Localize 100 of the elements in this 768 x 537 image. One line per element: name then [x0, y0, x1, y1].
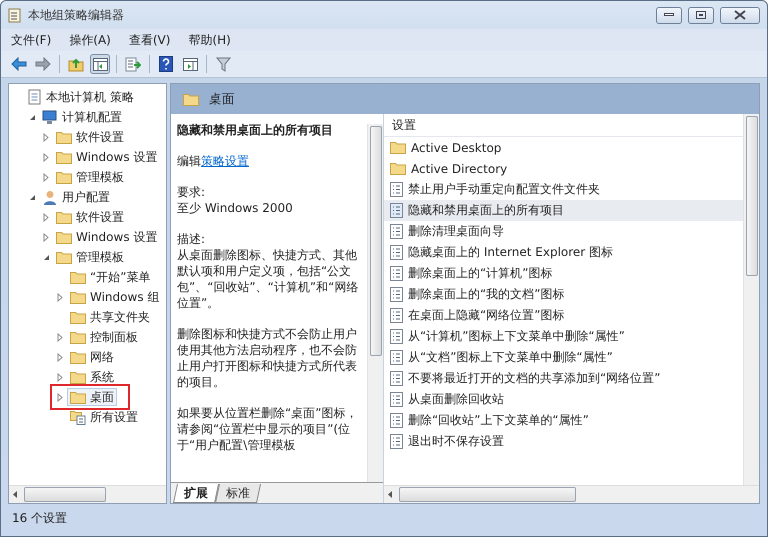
folder-icon [70, 350, 86, 364]
settings-list-icon [70, 410, 86, 424]
tree-item[interactable]: 软件设置 [53, 208, 127, 226]
setting-row[interactable]: 从“文档”图标上下文菜单中删除“属性” [384, 347, 743, 368]
folder-icon [70, 370, 86, 384]
tree-item[interactable]: 本地计算机 策略 [25, 88, 137, 106]
vertical-scrollbar[interactable] [367, 124, 383, 482]
toolbar-button[interactable] [9, 54, 29, 74]
tree-item[interactable]: 控制面板 [67, 328, 141, 346]
close-button[interactable] [720, 6, 760, 24]
tree-item[interactable]: “开始”菜单 [67, 268, 154, 286]
setting-row[interactable]: 不要将最近打开的文档的共享添加到“网络位置” [384, 368, 743, 389]
setting-icon [390, 329, 403, 344]
menu-item[interactable]: 操作(A) [69, 32, 111, 48]
app-icon [8, 8, 22, 22]
setting-row[interactable]: 在桌面上隐藏“网络位置”图标 [384, 305, 743, 326]
setting-title: 隐藏和禁用桌面上的所有项目 [177, 122, 334, 138]
window-title: 本地组策略编辑器 [28, 6, 125, 24]
setting-row[interactable]: 隐藏和禁用桌面上的所有项目 [384, 200, 743, 221]
tree-item[interactable]: 网络 [67, 348, 117, 366]
tree-item[interactable]: 管理模板 [53, 248, 127, 266]
folder-icon [56, 210, 72, 224]
collapsed-arrow-icon[interactable] [57, 352, 63, 362]
tree-item[interactable]: 计算机配置 [39, 108, 125, 126]
minimize-icon [664, 13, 674, 17]
setting-icon [390, 266, 403, 281]
requirement-label: 要求: [177, 184, 206, 200]
view-tab[interactable]: 扩展 [172, 484, 220, 503]
description-label: 描述: [177, 231, 206, 247]
tree-item[interactable]: 用户配置 [39, 188, 113, 206]
scroll-left-icon [13, 491, 18, 498]
setting-row[interactable]: 删除桌面上的“计算机”图标 [384, 263, 743, 284]
column-header[interactable]: 设置 [384, 114, 743, 137]
setting-icon [390, 245, 403, 260]
collapsed-arrow-icon[interactable] [57, 372, 63, 382]
tree-item[interactable]: 所有设置 [67, 408, 141, 426]
tree-pane-icon [92, 58, 108, 70]
tree-item[interactable]: 管理模板 [53, 168, 127, 186]
description-paragraph: 从桌面删除图标、快捷方式、其他默认项和用户定义项，包括“公文包”、“回收站”、“计算机”和“网络位置”。 [177, 247, 360, 311]
menu-item[interactable]: 帮助(H) [188, 32, 231, 48]
folder-icon [390, 162, 406, 175]
forward-arrow-icon [35, 57, 51, 71]
tree-item[interactable]: 系统 [67, 368, 117, 386]
maximize-button[interactable] [688, 6, 714, 24]
back-arrow-icon [11, 57, 27, 71]
horizontal-scrollbar[interactable] [384, 485, 759, 503]
setting-row[interactable]: 删除桌面上的“我的文档”图标 [384, 284, 743, 305]
setting-icon [390, 203, 403, 218]
folder-icon [56, 150, 72, 164]
tree-item[interactable]: Windows 设置 [53, 148, 160, 166]
folder-icon [183, 92, 199, 106]
tree-item[interactable]: 软件设置 [53, 128, 127, 146]
minimize-button[interactable] [656, 6, 682, 24]
expanded-arrow-icon[interactable] [42, 254, 50, 260]
folder-icon [70, 290, 86, 304]
user-icon [42, 190, 58, 204]
vertical-scrollbar[interactable] [743, 114, 759, 485]
folder-icon [56, 230, 72, 244]
tree-item[interactable]: 桌面 [67, 388, 117, 406]
setting-row[interactable]: 从桌面删除回收站 [384, 389, 743, 410]
setting-row[interactable]: 退出时不保存设置 [384, 431, 743, 452]
folder-up-icon [68, 56, 84, 72]
collapsed-arrow-icon[interactable] [43, 152, 49, 162]
folder-icon [56, 250, 72, 264]
folder-icon [70, 270, 86, 284]
setting-icon [390, 434, 403, 449]
setting-row[interactable]: 删除“回收站”上下文菜单的“属性” [384, 410, 743, 431]
setting-row[interactable]: 删除清理桌面向导 [384, 221, 743, 242]
collapsed-arrow-icon[interactable] [43, 212, 49, 222]
expanded-arrow-icon[interactable] [28, 194, 36, 200]
menu-item[interactable]: 文件(F) [11, 32, 52, 48]
collapsed-arrow-icon[interactable] [43, 172, 49, 182]
horizontal-scrollbar[interactable] [9, 485, 166, 503]
collapsed-arrow-icon[interactable] [43, 132, 49, 142]
setting-row[interactable]: Active Directory [384, 158, 743, 179]
tree-item[interactable]: Windows 设置 [53, 228, 160, 246]
setting-row[interactable]: 从“计算机”图标上下文菜单中删除“属性” [384, 326, 743, 347]
tree-item[interactable]: Windows 组 [67, 288, 162, 306]
toolbar-button[interactable] [90, 54, 110, 74]
status-text: 16 个设置 [12, 510, 68, 526]
filter-icon [216, 56, 230, 72]
tree-item[interactable]: 共享文件夹 [67, 308, 153, 326]
setting-row[interactable]: 隐藏桌面上的 Internet Explorer 图标 [384, 242, 743, 263]
collapsed-arrow-icon[interactable] [57, 332, 63, 342]
help-icon [159, 56, 173, 72]
expanded-arrow-icon[interactable] [28, 114, 36, 120]
toolbar-button[interactable] [156, 54, 176, 74]
setting-icon [390, 392, 403, 407]
collapsed-arrow-icon[interactable] [57, 292, 63, 302]
setting-row[interactable]: Active Desktop [384, 137, 743, 158]
requirement-text: 至少 Windows 2000 [177, 200, 294, 216]
collapsed-arrow-icon[interactable] [57, 392, 63, 402]
setting-row[interactable]: 禁止用户手动重定向配置文件文件夹 [384, 179, 743, 200]
menu-item[interactable]: 查看(V) [128, 32, 170, 48]
policy-settings-link[interactable]: 策略设置 [201, 154, 249, 168]
view-tab[interactable]: 标准 [214, 484, 262, 503]
collapsed-arrow-icon[interactable] [43, 232, 49, 242]
setting-icon [390, 413, 403, 428]
setting-icon [390, 371, 403, 386]
maximize-icon [696, 11, 706, 19]
